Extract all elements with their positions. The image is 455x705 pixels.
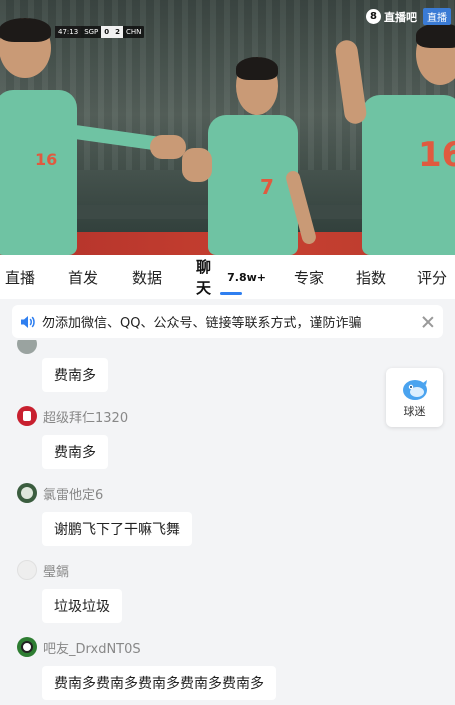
message-bubble: 费南多 [42, 435, 108, 469]
tab-experts[interactable]: 专家 [292, 255, 326, 299]
tab-odds[interactable]: 指数 [354, 255, 388, 299]
live-badge: 直播 [423, 8, 451, 25]
tab-label: 直播 [4, 268, 35, 287]
tab-live[interactable]: 直播 [2, 255, 38, 299]
avatar[interactable] [17, 406, 37, 426]
message-bubble: 垃圾垃圾 [42, 589, 122, 623]
away-team: CHN [126, 28, 142, 36]
tab-label: 指数 [355, 268, 386, 287]
app-root: 16 7 16 47:13 SGP 0 2 CHN 8 直播吧 直播 直播 首发… [0, 0, 455, 705]
match-time: 47:13 [55, 26, 82, 38]
close-icon[interactable] [421, 315, 435, 329]
username[interactable]: 吧友_DrxdNT0S [43, 638, 141, 657]
notice-text: 勿添加微信、QQ、公众号、链接等联系方式，谨防诈骗 [42, 316, 362, 331]
chat-count: 7.8w+ [227, 270, 266, 284]
home-team: SGP [84, 28, 99, 36]
player-center-arm [182, 148, 212, 182]
avatar[interactable] [17, 483, 37, 503]
message-bubble: 费南多 [42, 358, 108, 392]
tab-label: 评分 [416, 268, 447, 287]
message-user [17, 340, 43, 354]
home-score: 0 [101, 26, 113, 38]
message-bubble: 费南多费南多费南多费南多费南多 [42, 666, 276, 700]
tab-stats[interactable]: 数据 [130, 255, 164, 299]
jersey-number: 16 [418, 135, 455, 175]
player-center: 7 [208, 57, 298, 255]
tab-label: 数据 [131, 268, 162, 287]
tab-label: 首发 [67, 268, 98, 287]
fan-bird-icon [402, 379, 427, 400]
scoreboard: 47:13 SGP 0 2 CHN [55, 26, 145, 38]
fans-button[interactable]: 球迷 [386, 368, 443, 427]
jersey-number: 16 [35, 150, 58, 169]
message-user: 氯雷他定6 [17, 483, 103, 503]
message-user: 璺鎘 [17, 560, 69, 580]
username[interactable]: 超级拜仁1320 [43, 407, 128, 426]
message-user: 吧友_DrxdNT0S [17, 637, 141, 657]
player-left: 16 [0, 18, 77, 255]
avatar[interactable] [17, 340, 37, 354]
username[interactable]: 璺鎘 [43, 561, 69, 580]
video-player[interactable]: 16 7 16 47:13 SGP 0 2 CHN 8 直播吧 直播 [0, 0, 455, 255]
message-user: 超级拜仁1320 [17, 406, 128, 426]
speaker-icon [21, 315, 35, 328]
tab-chat[interactable]: 聊天 7.8w+ [196, 255, 266, 299]
anti-fraud-notice: 勿添加微信、QQ、公众号、链接等联系方式，谨防诈骗 [12, 305, 443, 338]
fans-label: 球迷 [403, 404, 426, 418]
player-right: 16 [362, 23, 455, 255]
tab-bar: 直播 首发 数据 聊天 7.8w+ 专家 指数 评分 [0, 255, 455, 299]
username[interactable]: 氯雷他定6 [43, 484, 103, 503]
eight-logo-icon: 8 [366, 9, 381, 24]
tab-active-indicator [220, 292, 242, 295]
tab-lineup[interactable]: 首发 [66, 255, 100, 299]
away-score: 2 [112, 26, 124, 38]
tab-label: 专家 [293, 268, 324, 287]
zhibo8-logo: 8 直播吧 直播 [366, 8, 451, 25]
tab-ratings[interactable]: 评分 [415, 255, 449, 299]
logo-text: 直播吧 [384, 10, 417, 24]
player-left-hand [150, 135, 186, 159]
jersey-number: 7 [260, 175, 274, 199]
message-bubble: 谢鹏飞下了干嘛飞舞 [42, 512, 192, 546]
avatar[interactable] [17, 560, 37, 580]
avatar[interactable] [17, 637, 37, 657]
